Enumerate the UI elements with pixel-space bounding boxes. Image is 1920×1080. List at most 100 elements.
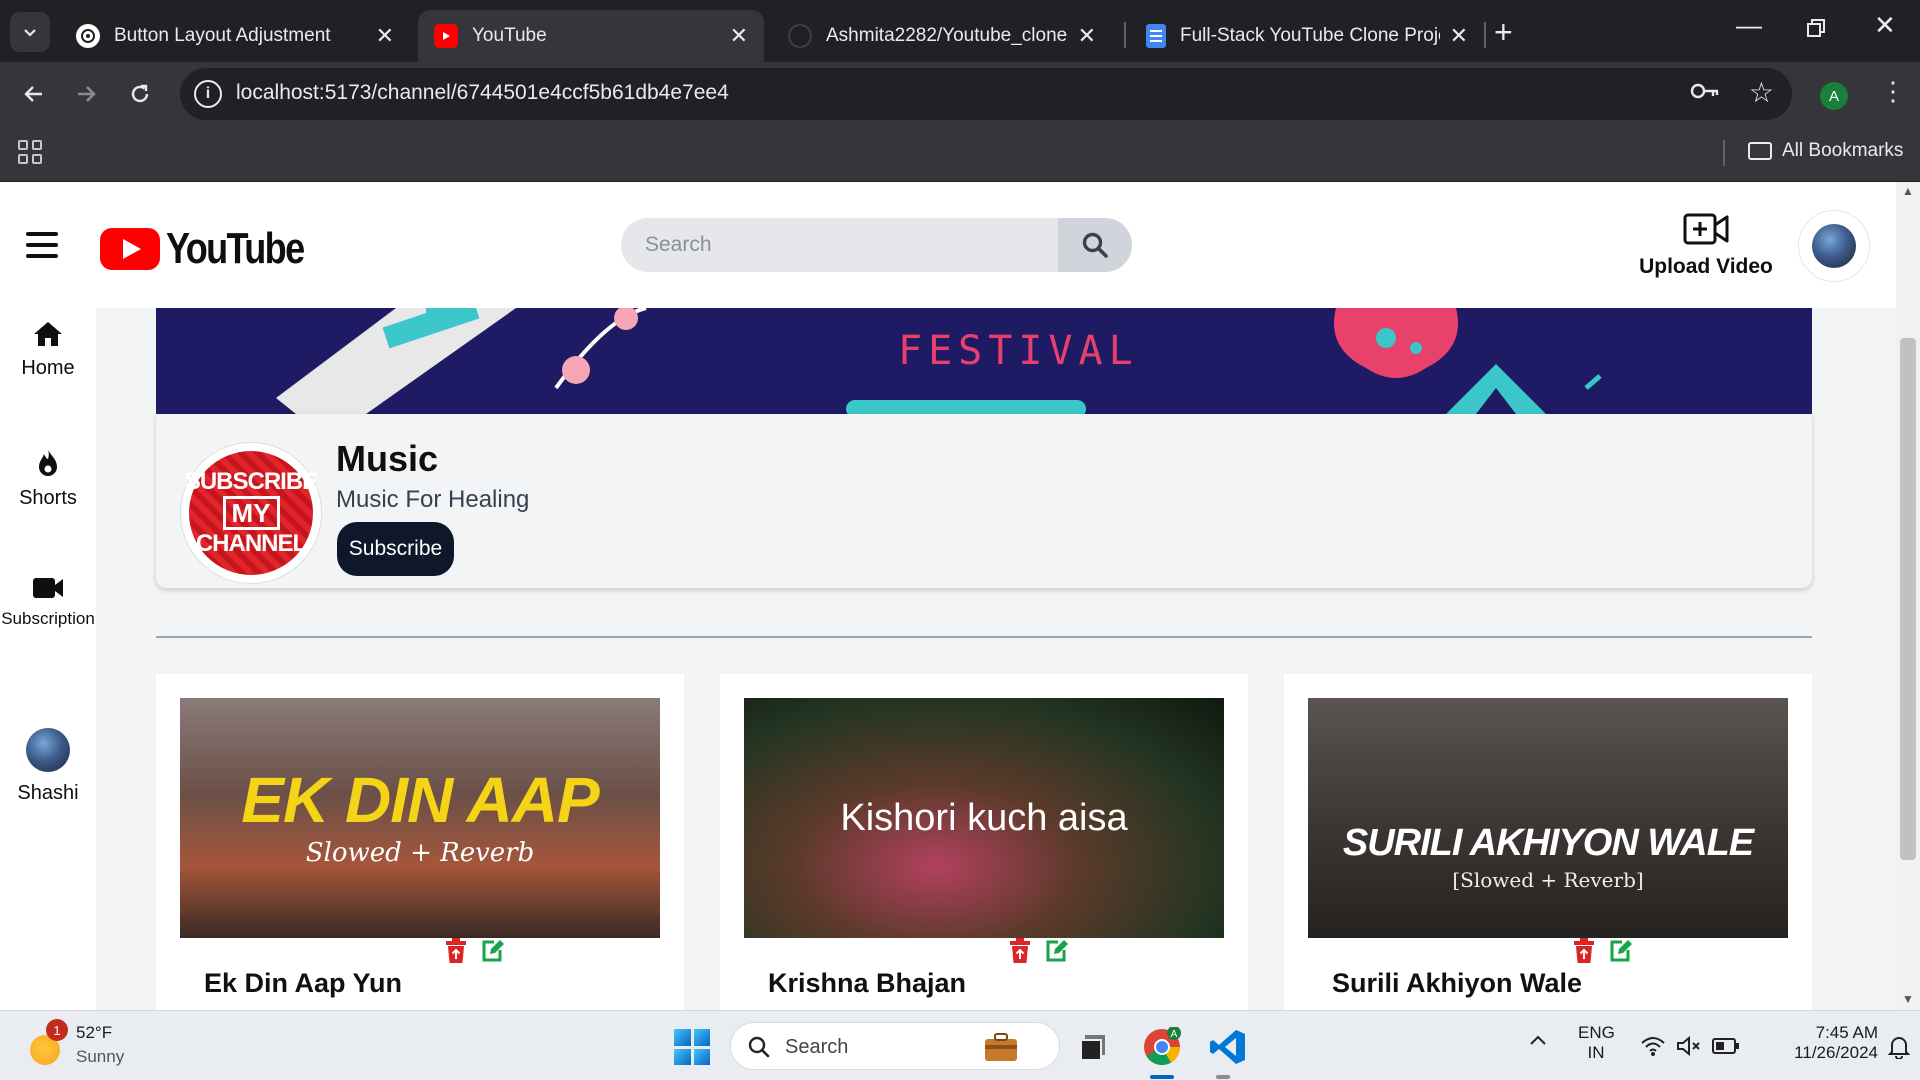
scroll-down-arrow-icon[interactable]: ▼: [1902, 992, 1914, 1006]
sidebar-item-shorts[interactable]: Shorts: [0, 446, 96, 510]
tab-docs[interactable]: Full-Stack YouTube Clone Proje ✕: [1130, 10, 1484, 62]
close-icon[interactable]: ✕: [1450, 23, 1468, 49]
all-bookmarks-button[interactable]: All Bookmarks: [1748, 140, 1903, 162]
close-icon[interactable]: ✕: [376, 23, 394, 49]
edit-icon[interactable]: [480, 938, 504, 964]
weather-condition: Sunny: [76, 1047, 125, 1066]
tab-github[interactable]: Ashmita2282/Youtube_clone ✕: [772, 10, 1112, 62]
bookmark-separator: [1723, 140, 1725, 166]
wifi-icon[interactable]: [1640, 1035, 1666, 1062]
chatgpt-icon: [76, 24, 100, 48]
vscode-icon[interactable]: [1206, 1025, 1250, 1069]
video-title[interactable]: Krishna Bhajan: [768, 968, 966, 999]
youtube-play-icon: [100, 228, 160, 270]
sidebar-item-label: Shashi: [17, 782, 79, 804]
restore-icon: [1807, 19, 1825, 37]
scrollbar-thumb[interactable]: [1900, 338, 1916, 860]
language-indicator[interactable]: ENG IN: [1578, 1023, 1615, 1063]
task-view-icon[interactable]: [1072, 1025, 1116, 1069]
windows-taskbar: 1 52°F Sunny Search A ENG IN 7:45 AM 11/…: [0, 1010, 1920, 1080]
card-actions: [444, 938, 504, 964]
close-icon[interactable]: ✕: [730, 23, 748, 49]
thumbnail-subtitle: Slowed + Reverb: [305, 838, 535, 868]
clock-time: 7:45 AM: [1815, 1023, 1878, 1042]
video-thumbnail[interactable]: EK DIN AAP Slowed + Reverb: [180, 698, 660, 938]
folder-icon: [1748, 142, 1772, 160]
trash-icon[interactable]: [1008, 938, 1032, 964]
bookmarks-bar: All Bookmarks: [0, 126, 1920, 182]
headphones-illustration: [554, 308, 647, 390]
trash-icon[interactable]: [444, 938, 468, 964]
taskbar-search[interactable]: Search: [730, 1022, 1060, 1070]
bookmark-star-icon[interactable]: ☆: [1749, 76, 1774, 109]
video-card[interactable]: Kishori kuch aisa Krishna Bhajan: [720, 674, 1248, 1010]
menu-hamburger-icon[interactable]: [26, 232, 58, 258]
tab-title: Button Layout Adjustment: [114, 25, 331, 46]
banner-streaming-strip: [846, 400, 1086, 414]
channel-avatar: SUBSCRIBE MY CHANNEL: [180, 442, 322, 584]
upload-video-label: Upload Video: [1639, 255, 1773, 278]
subscribe-logo-image: SUBSCRIBE MY CHANNEL: [185, 451, 318, 575]
scroll-up-arrow-icon[interactable]: ▲: [1902, 184, 1914, 198]
battery-icon[interactable]: [1712, 1037, 1740, 1060]
video-thumbnail[interactable]: Kishori kuch aisa: [744, 698, 1224, 938]
back-button[interactable]: [12, 72, 56, 116]
svg-text:A: A: [1171, 1029, 1178, 1040]
show-hidden-icons-chevron-icon[interactable]: [1528, 1033, 1548, 1052]
all-bookmarks-label: All Bookmarks: [1782, 140, 1904, 161]
user-avatar[interactable]: [1798, 210, 1870, 282]
taskbar-search-label: Search: [785, 1036, 849, 1058]
subscribe-button[interactable]: Subscribe: [337, 522, 454, 576]
sidebar-item-home[interactable]: Home: [0, 320, 96, 380]
tab-button-layout[interactable]: Button Layout Adjustment ✕: [60, 10, 410, 62]
sidebar-item-shashi[interactable]: Shashi: [0, 728, 96, 805]
site-info-icon[interactable]: i: [194, 80, 222, 108]
browser-menu-icon[interactable]: ⋮: [1880, 76, 1906, 107]
video-title[interactable]: Surili Akhiyon Wale: [1332, 968, 1582, 999]
url-text[interactable]: localhost:5173/channel/6744501e4ccf5b61d…: [236, 81, 729, 105]
edit-icon[interactable]: [1608, 938, 1632, 964]
guitar-illustration: [276, 308, 516, 414]
logo-line: CHANNEL: [195, 530, 307, 557]
video-card[interactable]: EK DIN AAP Slowed + Reverb Ek Din Aap Yu…: [156, 674, 684, 1010]
windows-start-icon[interactable]: [674, 1029, 710, 1065]
apps-grid-icon[interactable]: [18, 140, 42, 164]
minimize-button[interactable]: —: [1736, 10, 1762, 41]
card-actions: [1572, 938, 1632, 964]
notification-bell-icon[interactable]: [1887, 1035, 1911, 1064]
new-tab-button[interactable]: +: [1494, 14, 1513, 51]
search-button[interactable]: [1058, 218, 1132, 272]
volume-muted-icon[interactable]: [1676, 1035, 1702, 1062]
edit-icon[interactable]: [1044, 938, 1068, 964]
channel-description: Music For Healing: [336, 486, 530, 513]
upload-video-button[interactable]: Upload Video: [1636, 212, 1776, 279]
close-icon[interactable]: ✕: [1078, 23, 1096, 49]
video-thumbnail[interactable]: SURILI AKHIYON WALE [Slowed + Reverb]: [1308, 698, 1788, 938]
restore-button[interactable]: [1806, 14, 1826, 45]
video-card[interactable]: SURILI AKHIYON WALE [Slowed + Reverb] Su…: [1284, 674, 1812, 1010]
youtube-wordmark: YouTube: [166, 224, 305, 273]
forward-button[interactable]: [64, 72, 108, 116]
logo-line: MY: [222, 496, 280, 530]
tab-search-button[interactable]: [10, 12, 50, 52]
trash-icon[interactable]: [1572, 938, 1596, 964]
channel-info-card: SUBSCRIBE MY CHANNEL Music Music For Hea…: [156, 414, 1812, 588]
youtube-logo[interactable]: YouTube: [100, 224, 334, 274]
card-actions: [1008, 938, 1068, 964]
video-title[interactable]: Ek Din Aap Yun: [204, 968, 402, 999]
address-bar[interactable]: i localhost:5173/channel/6744501e4ccf5b6…: [180, 68, 1792, 120]
chrome-icon[interactable]: A: [1140, 1025, 1184, 1069]
profile-avatar[interactable]: A: [1820, 82, 1848, 110]
logo-line: SUBSCRIBE: [184, 468, 318, 495]
close-window-button[interactable]: ✕: [1874, 10, 1896, 41]
channel-name: Music: [336, 438, 439, 479]
page-scrollbar[interactable]: ▲ ▼: [1896, 182, 1920, 1010]
reload-button[interactable]: [118, 72, 162, 116]
sidebar-item-subscription[interactable]: Subscription: [0, 576, 96, 629]
back-arrow-icon: [24, 86, 42, 102]
tab-youtube[interactable]: YouTube ✕: [418, 10, 764, 62]
search-input[interactable]: [621, 218, 1058, 272]
forward-arrow-icon: [78, 86, 96, 102]
password-key-icon[interactable]: [1690, 78, 1720, 111]
clock[interactable]: 7:45 AM 11/26/2024: [1758, 1023, 1878, 1063]
